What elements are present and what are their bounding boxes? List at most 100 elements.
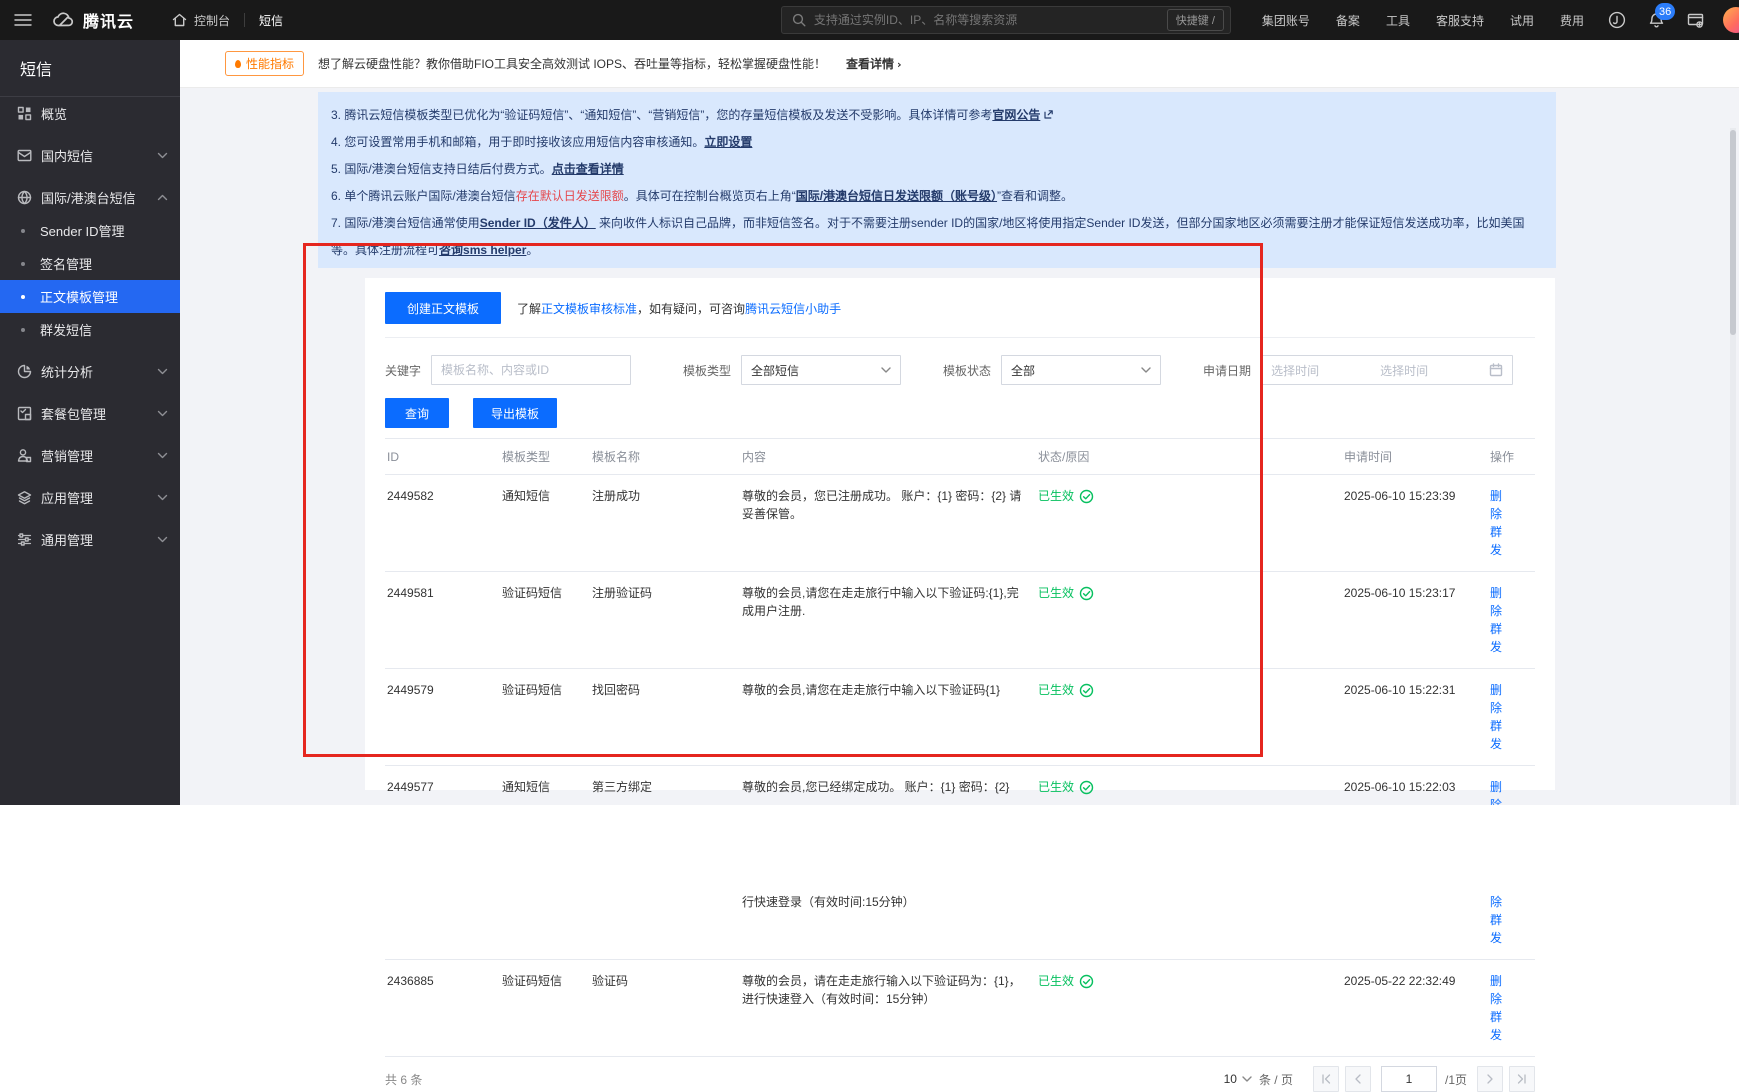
sidebar-item--[interactable]: 签名管理 xyxy=(0,247,180,280)
page-size-select[interactable]: 10 xyxy=(1224,1072,1252,1086)
console-link[interactable]: 控制台 xyxy=(158,0,244,40)
next-page-button[interactable] xyxy=(1477,1066,1503,1092)
chevron-down-icon xyxy=(1141,367,1151,373)
scrollbar-thumb[interactable] xyxy=(1730,130,1736,335)
delete-link[interactable]: 删除 xyxy=(1490,974,1502,1006)
status-text: 已生效 xyxy=(1038,972,1074,990)
bulk-send-link[interactable]: 群发 xyxy=(1490,719,1502,751)
page-number-input[interactable]: 1 xyxy=(1381,1066,1437,1092)
keyword-label: 关键字 xyxy=(385,362,421,379)
last-page-button[interactable] xyxy=(1509,1066,1535,1092)
navbar-menu-item[interactable]: 集团账号 xyxy=(1249,0,1323,40)
column-header: 申请时间 xyxy=(1342,448,1488,466)
feedback-button[interactable] xyxy=(1597,0,1637,40)
notice-link[interactable]: Sender ID（发件人） xyxy=(480,216,596,230)
person-icon xyxy=(16,448,32,463)
template-status-select[interactable]: 全部 xyxy=(1001,355,1161,385)
notice-link[interactable]: 官网公告 xyxy=(992,108,1040,122)
navbar-menu-item[interactable]: 备案 xyxy=(1323,0,1373,40)
tip-link[interactable]: 腾讯云短信小助手 xyxy=(745,302,841,316)
tip-link[interactable]: 正文模板审核标准 xyxy=(541,302,637,316)
sidebar-item--[interactable]: 概览 xyxy=(0,97,180,130)
navbar-menu-item[interactable]: 试用 xyxy=(1497,0,1547,40)
global-search-input[interactable] xyxy=(814,13,1167,27)
cell-status: 已生效 xyxy=(1036,960,1342,1002)
cell-actions: 删除群发 xyxy=(1488,960,1535,1056)
sidebar-item-label: 正文模板管理 xyxy=(40,287,168,306)
content-scrollbar[interactable] xyxy=(1730,128,1736,845)
cell-id: 2449579 xyxy=(385,669,500,711)
bulk-send-link[interactable]: 群发 xyxy=(1490,1010,1502,1042)
column-header: 模板名称 xyxy=(590,448,740,466)
first-page-icon xyxy=(1320,1074,1332,1084)
cell-name: 注册验证码 xyxy=(590,572,740,614)
filter-row: 关键字 模板类型 全部短信 模板状态 全部 申请日期 选择时间 选择时间 xyxy=(385,355,1535,385)
cell-type: 验证码短信 xyxy=(500,669,590,711)
tab-sms[interactable]: 短信 xyxy=(245,0,297,40)
panel-toolbar: 创建正文模板 了解正文模板审核标准，如有疑问，可咨询腾讯云短信小助手 xyxy=(385,292,1535,338)
navbar-menu-item[interactable]: 客服支持 xyxy=(1423,0,1497,40)
home-icon xyxy=(172,13,187,27)
prev-page-button[interactable] xyxy=(1345,1066,1371,1092)
sidebar-item--[interactable]: 国际/港澳台短信 xyxy=(0,181,180,214)
query-button[interactable]: 查询 xyxy=(385,398,449,428)
sidebar-item--[interactable]: 营销管理 xyxy=(0,439,180,472)
notice-link[interactable]: 立即设置 xyxy=(704,135,752,149)
column-header: 模板类型 xyxy=(500,448,590,466)
sidebar-item--[interactable]: 国内短信 xyxy=(0,139,180,172)
bulk-send-link[interactable]: 群发 xyxy=(1490,525,1502,557)
sidebar-item--[interactable]: 套餐包管理 xyxy=(0,397,180,430)
template-type-select[interactable]: 全部短信 xyxy=(741,355,901,385)
cell-status: 已生效 xyxy=(1036,572,1342,614)
flame-icon xyxy=(235,60,241,68)
navbar-menu-item[interactable]: 费用 xyxy=(1547,0,1597,40)
delete-link[interactable]: 删除 xyxy=(1490,683,1502,715)
workbench-button[interactable] xyxy=(1676,0,1715,40)
avatar[interactable] xyxy=(1723,7,1739,33)
navbar-menu-item[interactable]: 工具 xyxy=(1373,0,1423,40)
sidebar-item--[interactable]: 通用管理 xyxy=(0,523,180,556)
keyword-input[interactable] xyxy=(441,363,621,377)
sidebar-item--[interactable]: 正文模板管理 xyxy=(0,280,180,313)
chevron-down-icon xyxy=(157,152,168,159)
sidebar-item--[interactable]: 应用管理 xyxy=(0,481,180,514)
notice-link[interactable]: 国际/港澳台短信日发送限额（账号级） xyxy=(796,189,997,203)
date-range-picker[interactable]: 选择时间 选择时间 xyxy=(1261,355,1513,385)
external-link-icon xyxy=(1043,109,1054,120)
create-template-button[interactable]: 创建正文模板 xyxy=(385,292,501,324)
notice-line: 6. 单个腾讯云账户国际/港澳台短信存在默认日发送限额。具体可在控制台概览页右上… xyxy=(331,183,1538,210)
cell-actions: 删除群发 xyxy=(1488,475,1535,571)
first-page-button[interactable] xyxy=(1313,1066,1339,1092)
brand-name: 腾讯云 xyxy=(83,8,134,32)
bulk-send-link[interactable]: 群发 xyxy=(1490,622,1502,654)
sidebar-item--[interactable]: 统计分析 xyxy=(0,355,180,388)
banner-details-link[interactable]: 查看详情› xyxy=(846,55,902,72)
notice-text: 3. 腾讯云短信模板类型已优化为“验证码短信”、“通知短信”、“营销短信”，您的… xyxy=(331,108,992,122)
prev-page-icon xyxy=(1354,1074,1362,1084)
notice-line: 7. 国际/港澳台短信通常使用Sender ID（发件人） 来向收件人标识自己品… xyxy=(331,210,1538,264)
sidebar-item-label: 国内短信 xyxy=(41,146,157,165)
export-templates-button[interactable]: 导出模板 xyxy=(473,398,557,428)
cell-content: 尊敬的会员,请您在走走旅行中输入以下验证码{1} xyxy=(740,669,1036,711)
cell-time: 2025-05-22 22:32:49 xyxy=(1342,960,1488,1002)
calendar-icon xyxy=(1489,363,1503,377)
delete-link[interactable]: 删除 xyxy=(1490,586,1502,618)
sidebar-item-label: Sender ID管理 xyxy=(40,221,168,240)
mail-icon xyxy=(16,149,32,162)
sidebar-item-sender-id-[interactable]: Sender ID管理 xyxy=(0,214,180,247)
delete-link[interactable]: 删除 xyxy=(1490,489,1502,521)
table-body: 2449582通知短信注册成功尊敬的会员，您已注册成功。 账户：{1} 密码：{… xyxy=(385,475,1535,1057)
keyword-field[interactable] xyxy=(431,355,631,385)
notifications-button[interactable]: 36 xyxy=(1637,0,1676,40)
notice-text: 6. 单个腾讯云账户国际/港澳台短信 xyxy=(331,189,516,203)
console-label: 控制台 xyxy=(194,12,230,29)
sidebar-item--[interactable]: 群发短信 xyxy=(0,313,180,346)
brand-home[interactable]: 腾讯云 xyxy=(46,0,148,40)
check-circle-icon xyxy=(1079,586,1094,601)
notice-link[interactable]: 咨询sms helper xyxy=(439,243,526,257)
main-menu-button[interactable] xyxy=(0,0,46,40)
date-label: 申请日期 xyxy=(1203,362,1251,379)
bulk-send-link[interactable]: 群发 xyxy=(1490,913,1502,945)
notice-link[interactable]: 点击查看详情 xyxy=(552,162,624,176)
global-search[interactable]: 快捷键 / xyxy=(781,6,1231,34)
